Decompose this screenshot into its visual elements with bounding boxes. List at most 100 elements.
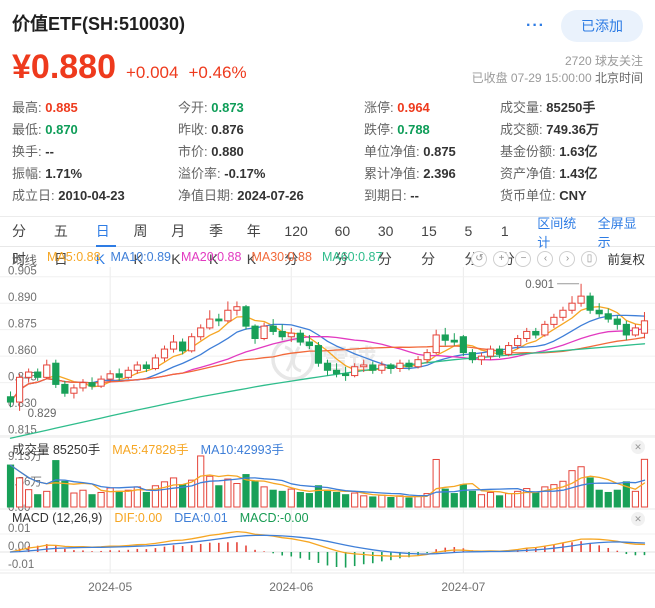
candle	[487, 349, 493, 356]
volume-pane-close-icon[interactable]: ✕	[631, 440, 645, 454]
macd-pane-close-icon[interactable]: ✕	[631, 512, 645, 526]
volume-bars-layer	[7, 456, 647, 507]
tab-日K[interactable]: 日K	[96, 217, 117, 247]
x-axis-label: 2024-07	[441, 580, 485, 594]
stat-item: 货币单位: CNY	[500, 185, 643, 207]
stat-item: 涨停: 0.964	[364, 97, 500, 119]
volume-bar	[71, 493, 77, 507]
volume-bar	[170, 478, 176, 507]
candle	[170, 342, 176, 349]
pan-left-icon[interactable]: ‹	[537, 251, 553, 267]
timezone-label: 北京时间	[595, 71, 643, 85]
candle	[207, 319, 213, 328]
volume-bar	[7, 465, 13, 507]
stat-item: 净值日期: 2024-07-26	[178, 185, 364, 207]
volume-bar	[451, 494, 457, 507]
macd-histogram-value: MACD:-0.00	[240, 511, 309, 525]
stat-item: 今开: 0.873	[178, 97, 364, 119]
candle	[415, 360, 421, 367]
period-tabs: 分时五日日K周K月K季K年K120分60分30分15分5分1分区间统计全屏显示	[0, 217, 655, 247]
ma-legend-item[interactable]: MA5:0.88	[47, 250, 101, 269]
candle	[578, 296, 584, 303]
added-button[interactable]: 已添加	[561, 10, 643, 42]
macd-pane-header: MACD (12,26,9) DIF:0.00 DEA:0.01 MACD:-0…	[12, 511, 309, 525]
volume-bar	[487, 492, 493, 507]
stat-item: 最低: 0.870	[12, 119, 178, 141]
volume-bar	[252, 481, 258, 507]
candle	[587, 296, 593, 310]
tab-1分[interactable]: 1分	[501, 217, 520, 247]
volume-bar	[35, 495, 41, 507]
ma-legend-item[interactable]: MA60:0.87	[322, 250, 382, 269]
ma-legend-item[interactable]: MA20:0.88	[181, 250, 241, 269]
ma-legend-item[interactable]: MA30:0.88	[251, 250, 311, 269]
tab-五日[interactable]: 五日	[54, 217, 79, 247]
zoom-in-icon[interactable]: +	[493, 251, 509, 267]
more-menu-icon[interactable]: ···	[526, 17, 545, 35]
kline-chart-svg[interactable]: 0.9050.8900.8750.8600.8450.8300.815雪球9.1…	[0, 247, 655, 603]
link-区间统计[interactable]: 区间统计	[537, 213, 582, 251]
pan-right-icon[interactable]: ›	[559, 251, 575, 267]
stat-value: 2010-04-23	[58, 188, 125, 203]
tab-30分[interactable]: 30分	[378, 217, 404, 247]
candle	[225, 310, 231, 321]
tab-年K[interactable]: 年K	[247, 217, 268, 247]
current-price: ¥0.880	[12, 48, 116, 87]
tab-月K[interactable]: 月K	[171, 217, 192, 247]
zoom-out-icon[interactable]: −	[515, 251, 531, 267]
candle	[460, 337, 466, 353]
volume-bar	[44, 491, 50, 507]
volume-bar	[469, 491, 475, 507]
market-status: 已收盘 07-29 15:00:00	[472, 71, 592, 85]
volume-bar	[587, 478, 593, 507]
volume-bar	[433, 459, 439, 507]
stat-value: 0.875	[423, 144, 456, 159]
stat-value: 0.964	[397, 100, 430, 115]
etf-quote-page: 价值ETF(SH:510030) ··· 已添加 ¥0.880 +0.004 +…	[0, 0, 655, 608]
tab-60分[interactable]: 60分	[335, 217, 361, 247]
candle	[478, 356, 484, 360]
candle	[161, 349, 167, 358]
stat-label: 成立日:	[12, 188, 55, 203]
volume-bar	[397, 496, 403, 507]
candle	[623, 324, 629, 335]
ma-legend-item[interactable]: MA10:0.89	[111, 250, 171, 269]
undo-icon[interactable]: ↺	[471, 251, 487, 267]
tab-季K[interactable]: 季K	[209, 217, 230, 247]
volume-bar	[533, 493, 539, 507]
tab-分时[interactable]: 分时	[12, 217, 37, 247]
stats-grid: 最高: 0.885最低: 0.870换手: --振幅: 1.71%成立日: 20…	[12, 97, 643, 207]
tab-120分[interactable]: 120分	[284, 217, 317, 247]
stat-label: 今开:	[178, 100, 208, 115]
link-全屏显示[interactable]: 全屏显示	[598, 213, 643, 251]
stat-value: 0.788	[397, 122, 430, 137]
stat-item: 单位净值: 0.875	[364, 141, 500, 163]
volume-bar	[324, 490, 330, 507]
candle	[641, 321, 647, 333]
volume-bar	[315, 486, 321, 507]
stat-label: 市价:	[178, 144, 208, 159]
volume-bar	[506, 494, 512, 507]
watermark-logo-swirl	[285, 347, 301, 371]
mobile-icon[interactable]: ▯	[581, 251, 597, 267]
candle	[189, 337, 195, 351]
adjust-mode-button[interactable]: 前复权	[607, 249, 645, 268]
ma-legend-title: 均线	[12, 250, 37, 269]
stat-item: 基金份额: 1.63亿	[500, 141, 643, 163]
stat-item: 昨收: 0.876	[178, 119, 364, 141]
stat-item: 到期日: --	[364, 185, 500, 207]
volume-bar	[605, 492, 611, 507]
stat-value: 0.873	[211, 100, 244, 115]
candle	[496, 349, 502, 354]
tab-15分[interactable]: 15分	[421, 217, 447, 247]
price-change-percent: +0.46%	[188, 63, 246, 83]
stats-column: 成交量: 85250手成交额: 749.36万基金份额: 1.63亿资产净值: …	[500, 97, 643, 207]
volume-bar	[306, 494, 312, 507]
tab-周K[interactable]: 周K	[133, 217, 154, 247]
candle	[234, 307, 240, 311]
candle	[632, 328, 638, 335]
tab-5分[interactable]: 5分	[464, 217, 483, 247]
candle	[143, 365, 149, 369]
stat-label: 换手:	[12, 144, 42, 159]
candle	[333, 370, 339, 374]
